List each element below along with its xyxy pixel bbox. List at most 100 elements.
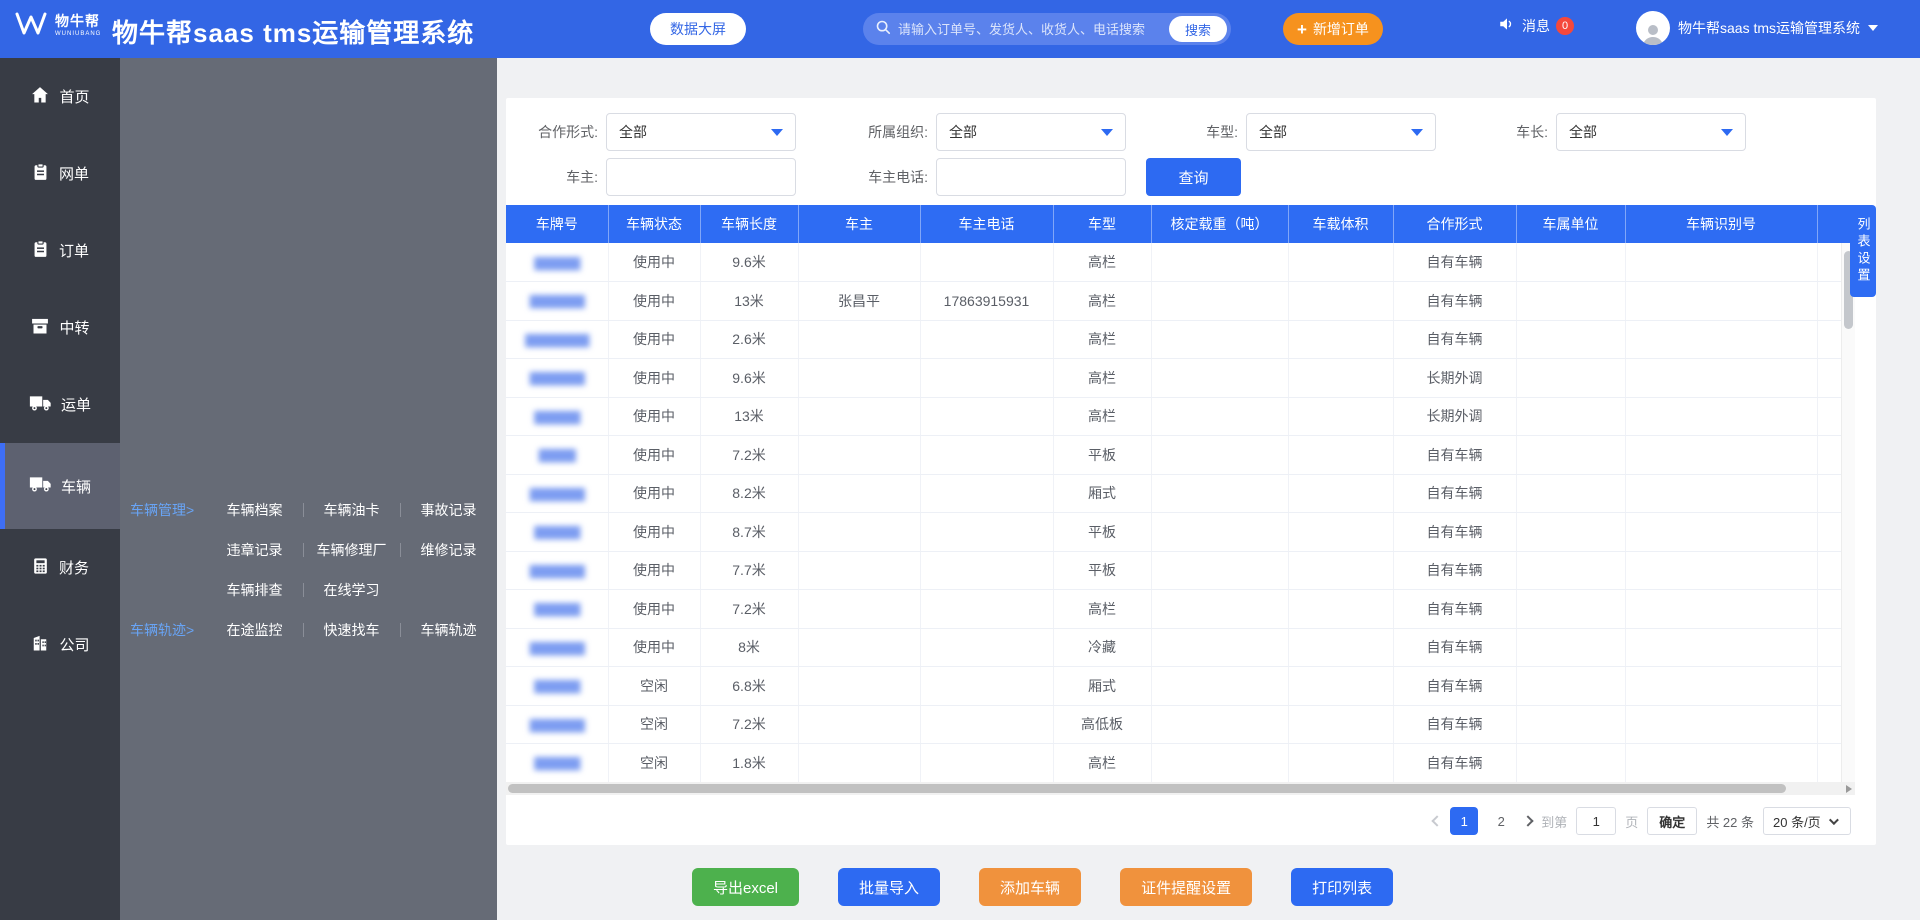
list-settings-tab[interactable]: 列表设置: [1850, 205, 1876, 297]
cell-status: 使用中: [608, 474, 700, 513]
sidebar-item-网单[interactable]: 网单: [0, 135, 120, 212]
account-menu[interactable]: 物牛帮saas tms运输管理系统: [1636, 11, 1878, 45]
submenu-item-快速找车[interactable]: 快速找车: [303, 620, 400, 640]
cell-cooperation: 长期外调: [1393, 397, 1516, 436]
scroll-right-arrow-icon[interactable]: [1846, 785, 1852, 793]
cell-load_weight: [1151, 513, 1288, 552]
total-count-label: 共 22 条: [1706, 812, 1754, 831]
sidebar-item-中转[interactable]: 中转: [0, 289, 120, 366]
table-row: ▇▇▇▇使用中7.2米平板自有车辆: [506, 436, 1855, 475]
app-logo[interactable]: 物牛帮 WUNIUBANG: [14, 8, 101, 43]
table-row: ▇▇▇▇▇▇使用中7.7米平板自有车辆: [506, 551, 1855, 590]
submenu-item-车辆档案[interactable]: 车辆档案: [206, 500, 303, 520]
plate-link[interactable]: ▇▇▇▇: [539, 447, 575, 463]
plate-link[interactable]: ▇▇▇▇▇▇▇: [525, 332, 588, 348]
submenu-item-车辆修理厂[interactable]: 车辆修理厂: [303, 540, 400, 560]
cell-owner: [798, 359, 920, 398]
submenu-item-维修记录[interactable]: 维修记录: [400, 540, 497, 560]
filter-group-所属组织: 所属组织:全部: [836, 113, 1126, 151]
plus-icon: +: [1297, 21, 1307, 38]
plate-link[interactable]: ▇▇▇▇▇: [534, 678, 579, 694]
filter-select-合作形式[interactable]: 全部: [606, 113, 796, 151]
cell-length: 9.6米: [700, 243, 798, 282]
submenu-item-车辆轨迹[interactable]: 车辆轨迹: [400, 620, 497, 640]
sidebar-item-公司[interactable]: 公司: [0, 606, 120, 683]
cell-length: 1.8米: [700, 744, 798, 783]
cell-phone: [920, 513, 1053, 552]
cell-volume: [1288, 551, 1393, 590]
next-page-button[interactable]: [1523, 815, 1534, 826]
table-row: ▇▇▇▇▇使用中8.7米平板自有车辆: [506, 513, 1855, 552]
sidebar-item-财务[interactable]: 财务: [0, 529, 120, 606]
big-screen-button[interactable]: 数据大屏: [650, 13, 746, 45]
messages-button[interactable]: 消息 0: [1498, 15, 1574, 36]
plate-link[interactable]: ▇▇▇▇▇▇: [530, 293, 584, 309]
plate-link[interactable]: ▇▇▇▇▇▇: [530, 370, 584, 386]
cell-owner: [798, 628, 920, 667]
search-submit-button[interactable]: 搜索: [1169, 16, 1227, 42]
vehicle-list-card: 合作形式:全部所属组织:全部车型:全部车长:全部 车主:车主电话:查询 车牌号车…: [506, 98, 1876, 845]
sidebar-item-订单[interactable]: 订单: [0, 212, 120, 289]
plate-link[interactable]: ▇▇▇▇▇▇: [530, 717, 584, 733]
cell-status: 使用中: [608, 282, 700, 321]
filter-input-车主电话[interactable]: [949, 169, 1113, 185]
goto-prefix-label: 到第: [1541, 812, 1567, 831]
footer-button-添加车辆[interactable]: 添加车辆: [979, 868, 1081, 906]
submenu-item-事故记录[interactable]: 事故记录: [400, 500, 497, 520]
new-order-button[interactable]: + 新增订单: [1283, 13, 1383, 45]
plate-cell: ▇▇▇▇▇: [506, 513, 608, 552]
filter-select-车型[interactable]: 全部: [1246, 113, 1436, 151]
query-button[interactable]: 查询: [1146, 158, 1241, 196]
submenu-group-车辆轨迹[interactable]: 车辆轨迹>: [120, 620, 206, 640]
sidebar-item-首页[interactable]: 首页: [0, 58, 120, 135]
page-size-select[interactable]: 20 条/页: [1763, 807, 1851, 835]
page-button-2[interactable]: 2: [1487, 807, 1515, 835]
submenu-item-在途监控[interactable]: 在途监控: [206, 620, 303, 640]
filter-input-车主[interactable]: [619, 169, 783, 185]
footer-button-打印列表[interactable]: 打印列表: [1291, 868, 1393, 906]
goto-confirm-button[interactable]: 确定: [1647, 807, 1697, 835]
sidebar-item-车辆[interactable]: 车辆: [0, 443, 120, 529]
page-size-value: 20 条/页: [1773, 812, 1821, 831]
submenu-item-违章记录[interactable]: 违章记录: [206, 540, 303, 560]
footer-button-批量导入[interactable]: 批量导入: [838, 868, 940, 906]
filter-label: 车型:: [1146, 122, 1246, 142]
column-header-车辆状态: 车辆状态: [608, 205, 700, 243]
horizontal-scrollbar[interactable]: [506, 782, 1855, 795]
cell-owner: [798, 667, 920, 706]
plate-link[interactable]: ▇▇▇▇▇: [534, 255, 579, 271]
filter-select-所属组织[interactable]: 全部: [936, 113, 1126, 151]
plate-link[interactable]: ▇▇▇▇▇▇: [530, 486, 584, 502]
cell-length: 8.2米: [700, 474, 798, 513]
prev-page-button[interactable]: [1432, 815, 1443, 826]
submenu-row-2: 违章记录车辆修理厂维修记录: [120, 530, 497, 570]
cell-status: 使用中: [608, 436, 700, 475]
submenu-item-车辆排查[interactable]: 车辆排查: [206, 580, 303, 600]
submenu-group-车辆管理[interactable]: 车辆管理>: [120, 500, 206, 520]
cell-owner_unit: [1516, 243, 1625, 282]
submenu-item-车辆油卡[interactable]: 车辆油卡: [303, 500, 400, 520]
sidebar-item-运单[interactable]: 运单: [0, 366, 120, 443]
plate-link[interactable]: ▇▇▇▇▇▇: [530, 640, 584, 656]
submenu-item-在线学习[interactable]: 在线学习: [303, 580, 400, 600]
plate-link[interactable]: ▇▇▇▇▇▇: [530, 563, 584, 579]
cell-status: 使用中: [608, 551, 700, 590]
horizontal-scrollbar-thumb[interactable]: [508, 784, 1786, 793]
vertical-scrollbar[interactable]: [1841, 243, 1855, 782]
page-button-1[interactable]: 1: [1450, 807, 1478, 835]
plate-link[interactable]: ▇▇▇▇▇: [534, 755, 579, 771]
filter-select-车长[interactable]: 全部: [1556, 113, 1746, 151]
footer-button-证件提醒设置[interactable]: 证件提醒设置: [1120, 868, 1252, 906]
table-row: ▇▇▇▇▇▇▇使用中2.6米高栏自有车辆: [506, 320, 1855, 359]
footer-button-导出excel[interactable]: 导出excel: [692, 868, 799, 906]
goto-page-input[interactable]: [1576, 807, 1616, 835]
cell-length: 7.2米: [700, 436, 798, 475]
cell-vin: [1625, 282, 1817, 321]
cell-vin: [1625, 705, 1817, 744]
filter-label: 车主:: [506, 167, 606, 187]
global-search-input[interactable]: [898, 22, 1169, 37]
plate-link[interactable]: ▇▇▇▇▇: [534, 601, 579, 617]
plate-link[interactable]: ▇▇▇▇▇: [534, 409, 579, 425]
plate-link[interactable]: ▇▇▇▇▇: [534, 524, 579, 540]
cell-vehicle_type: 平板: [1053, 551, 1151, 590]
